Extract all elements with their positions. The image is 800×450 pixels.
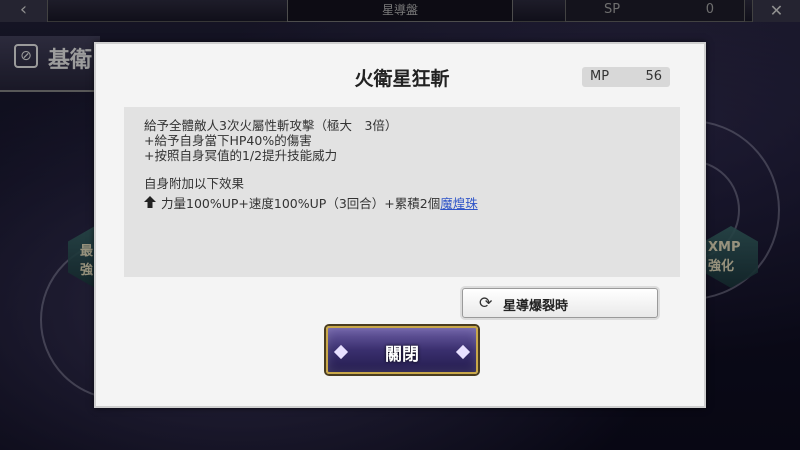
mp-value: 56: [645, 69, 662, 84]
refresh-icon: ⟳: [479, 293, 493, 312]
close-button[interactable]: 關閉: [326, 326, 478, 374]
star-burst-toggle-button[interactable]: ⟳ 星導爆裂時: [462, 288, 658, 318]
star-burst-toggle-label: 星導爆裂時: [503, 299, 569, 314]
buff-up-arrow-icon: [144, 196, 156, 208]
self-effect-heading: 自身附加以下效果: [144, 176, 245, 191]
effect-description: 力量100%UP+速度100%UP（3回合）+累積2個: [161, 196, 441, 211]
orb-link[interactable]: 魔煌珠: [440, 196, 478, 211]
description-line: +按照自身冥值的1/2提升技能威力: [144, 148, 338, 163]
mp-cost-badge: MP 56: [582, 67, 670, 87]
close-button-label: 關閉: [385, 345, 419, 365]
skill-detail-dialog: 火衛星狂斬 MP 56 給予全體敵人3次火屬性斬攻擊（極大 3倍） +給予自身當…: [94, 42, 706, 408]
mp-label: MP: [590, 69, 610, 84]
self-effect-text: 力量100%UP+速度100%UP（3回合）+累積2個魔煌珠: [161, 193, 478, 212]
skill-description-box: 給予全體敵人3次火屬性斬攻擊（極大 3倍） +給予自身當下HP40%的傷害 +按…: [124, 107, 680, 277]
